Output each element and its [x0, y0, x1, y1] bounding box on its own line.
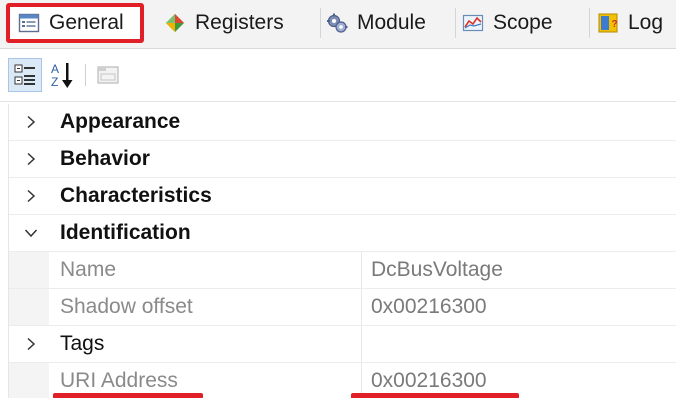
tab-divider: [320, 8, 321, 38]
chevron-right-icon[interactable]: [21, 326, 41, 362]
tab-scope-label: Scope: [493, 11, 553, 34]
properties-list-icon: [18, 13, 40, 33]
property-label: Name: [60, 258, 117, 281]
tab-general-label: General: [49, 11, 124, 34]
row-gutter: [9, 252, 49, 288]
property-pages-button[interactable]: [92, 58, 126, 92]
category-label: Appearance: [60, 110, 181, 133]
diamond-registers-icon: [166, 14, 184, 32]
categorized-view-button[interactable]: [8, 58, 42, 92]
chevron-right-icon[interactable]: [21, 104, 41, 140]
svg-text:Z: Z: [51, 75, 58, 89]
tab-log[interactable]: ? Log: [597, 4, 663, 42]
column-divider[interactable]: [361, 326, 362, 362]
category-characteristics[interactable]: Characteristics: [9, 178, 676, 215]
property-row-tags[interactable]: Tags: [9, 326, 676, 363]
tab-module[interactable]: Module: [326, 4, 426, 42]
row-gutter: [9, 363, 49, 398]
category-behavior[interactable]: Behavior: [9, 141, 676, 178]
tab-divider: [589, 8, 590, 38]
property-label: Shadow offset: [60, 295, 193, 318]
category-label: Behavior: [60, 147, 150, 170]
chevron-right-icon[interactable]: [21, 178, 41, 214]
chevron-right-icon[interactable]: [21, 141, 41, 177]
log-book-icon: ?: [598, 13, 618, 33]
chevron-down-icon[interactable]: [21, 215, 41, 251]
toolbar-divider: [85, 64, 86, 86]
line-chart-scope-icon: [462, 14, 484, 32]
category-appearance[interactable]: Appearance: [9, 104, 676, 141]
category-label: Characteristics: [60, 184, 212, 207]
categorized-view-icon: [14, 64, 35, 85]
sort-alphabetical-icon: A Z: [51, 62, 73, 89]
tab-scope[interactable]: Scope: [462, 4, 553, 42]
property-value[interactable]: DcBusVoltage: [371, 252, 503, 288]
row-gutter: [9, 289, 49, 325]
svg-text:A: A: [51, 62, 59, 76]
column-divider[interactable]: [361, 252, 362, 288]
property-value[interactable]: 0x00216300: [371, 289, 487, 325]
property-grid: Appearance Behavior Characteristics Iden…: [8, 104, 676, 398]
property-label: Tags: [60, 332, 105, 355]
tab-registers-label: Registers: [195, 11, 284, 34]
property-row-shadow-offset[interactable]: Shadow offset 0x00216300: [9, 289, 676, 326]
category-label: Identification: [60, 221, 191, 244]
column-divider[interactable]: [361, 289, 362, 325]
highlight-underline-uri-value: [351, 393, 519, 398]
tab-module-label: Module: [357, 11, 426, 34]
gears-module-icon: [327, 13, 348, 33]
property-toolbar: A Z: [0, 49, 676, 102]
tab-divider: [455, 8, 456, 38]
tab-strip: General Registers Module Scope ? Log: [0, 0, 676, 49]
tab-registers[interactable]: Registers: [164, 4, 284, 42]
svg-text:?: ?: [612, 19, 618, 30]
property-row-name[interactable]: Name DcBusVoltage: [9, 252, 676, 289]
highlight-underline-uri-label: [53, 393, 203, 398]
property-pages-icon: [97, 66, 119, 84]
tab-log-label: Log: [628, 11, 664, 34]
sort-alphabetical-button[interactable]: A Z: [48, 58, 82, 92]
category-identification[interactable]: Identification: [9, 215, 676, 252]
property-panel: General Registers Module Scope ? Log A Z…: [0, 0, 676, 398]
tab-general[interactable]: General: [6, 3, 144, 43]
